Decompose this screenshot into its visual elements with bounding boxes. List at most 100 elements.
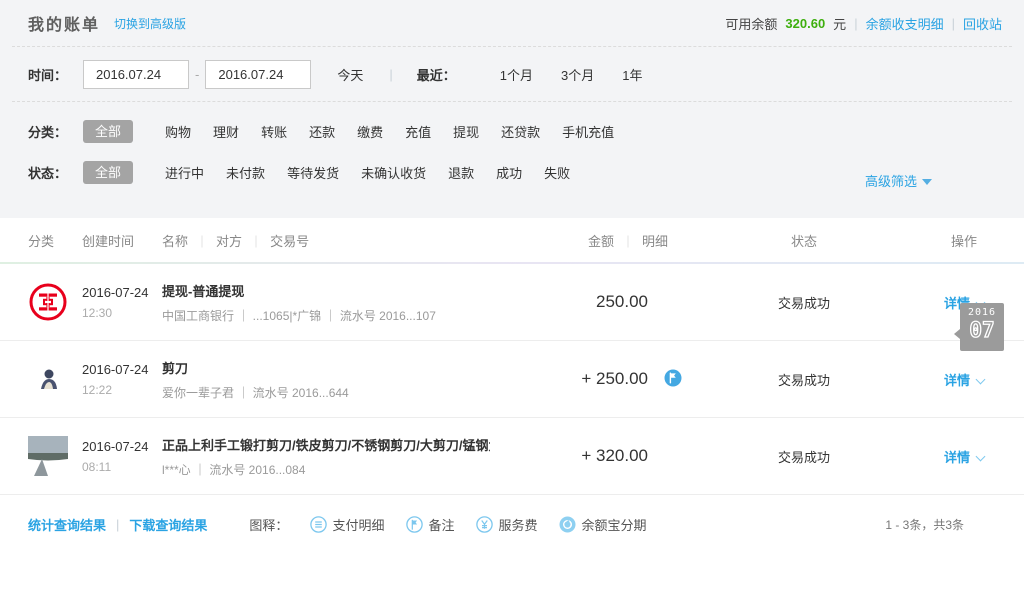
- yuebao-installment-icon: [559, 516, 576, 533]
- row-date: 2016-07-24: [82, 362, 162, 377]
- legend-text: 服务费: [498, 515, 537, 534]
- month-marker-badge: 2016 07: [960, 303, 1004, 351]
- detail-link[interactable]: 详情: [944, 450, 984, 465]
- category-topup[interactable]: 充值: [405, 122, 431, 141]
- balance-area: 可用余额 320.60 元 | 余额收支明细 | 回收站: [725, 14, 1002, 33]
- separator: ｜: [196, 235, 208, 249]
- icbc-bank-logo-icon: [28, 282, 82, 322]
- table-footer: 统计查询结果 | 下载查询结果 图释： 支付明细 备注: [0, 515, 1024, 534]
- detail-link[interactable]: 详情: [944, 373, 984, 388]
- header-divider: [0, 262, 1024, 264]
- category-shopping[interactable]: 购物: [165, 122, 191, 141]
- row-status: 交易成功: [704, 447, 904, 466]
- download-result-link[interactable]: 下载查询结果: [129, 515, 207, 534]
- header-detail: 明细: [642, 234, 668, 249]
- header-amount: 金额: [588, 234, 614, 249]
- row-amount: 250.00: [596, 292, 648, 311]
- row-amount: + 250.00: [581, 369, 648, 388]
- filter-panel: 我的账单 切换到高级版 可用余额 320.60 元 | 余额收支明细 | 回收站…: [0, 0, 1024, 218]
- status-label: 状态：: [28, 163, 67, 182]
- category-repayment[interactable]: 还款: [309, 122, 335, 141]
- header-amount-group: 金额 ｜ 明细: [498, 231, 704, 250]
- row-time: 12:30: [82, 306, 162, 320]
- category-filter-row: 分类： 全部 购物 理财 转账 还款 缴费 充值 提现 还贷款 手机充值: [0, 102, 1024, 143]
- row-subtext: 中国工商银行 ｜ ...1065|*广锦 ｜ 流水号 2016...107: [162, 307, 490, 324]
- legend-label: 图释：: [249, 515, 288, 534]
- category-transfer[interactable]: 转账: [261, 122, 287, 141]
- row-subtext: 爱你一辈子君 ｜ 流水号 2016...644: [162, 384, 490, 401]
- category-utility[interactable]: 缴费: [357, 122, 383, 141]
- status-all-button[interactable]: 全部: [83, 161, 133, 184]
- filters-body: 分类： 全部 购物 理财 转账 还款 缴费 充值 提现 还贷款 手机充值 状态：…: [0, 102, 1024, 218]
- header-transaction-no: 交易号: [270, 234, 309, 249]
- status-unconfirmed-receipt[interactable]: 未确认收货: [361, 163, 426, 182]
- row-time: 08:11: [82, 460, 162, 474]
- table-row: 2016-07-24 08:11 正品上利手工锻打剪刀/铁皮剪刀/不锈钢剪刀/大…: [0, 418, 1024, 495]
- badge-year: 2016: [960, 303, 1004, 318]
- status-unpaid[interactable]: 未付款: [226, 163, 265, 182]
- date-from-input[interactable]: [83, 60, 189, 89]
- category-mobile-topup[interactable]: 手机充值: [562, 122, 614, 141]
- legend-item: 服务费: [476, 515, 537, 534]
- category-wealth[interactable]: 理财: [213, 122, 239, 141]
- stats-result-link[interactable]: 统计查询结果: [28, 515, 106, 534]
- row-amount: + 320.00: [581, 446, 648, 465]
- category-withdraw[interactable]: 提现: [453, 122, 479, 141]
- chevron-down-icon: [922, 179, 932, 185]
- advanced-filter-label: 高级筛选: [865, 174, 917, 189]
- date-range-dash: -: [195, 67, 199, 82]
- status-awaiting-shipment[interactable]: 等待发货: [287, 163, 339, 182]
- chevron-down-icon: [976, 374, 986, 384]
- separator: ｜: [622, 235, 634, 249]
- seller-avatar: [28, 359, 82, 399]
- filter-1-month[interactable]: 1个月: [500, 65, 533, 84]
- filter-today[interactable]: 今天: [337, 65, 363, 84]
- separator: ｜: [250, 235, 262, 249]
- category-all-button[interactable]: 全部: [83, 120, 133, 143]
- advanced-filter-link[interactable]: 高级筛选: [865, 171, 932, 190]
- page-title: 我的账单: [28, 11, 100, 35]
- row-date: 2016-07-24: [82, 285, 162, 300]
- separator: |: [389, 67, 392, 82]
- row-name: 提现-普通提现: [162, 281, 490, 300]
- header-created-time: 创建时间: [82, 231, 162, 250]
- header-status: 状态: [704, 231, 904, 250]
- category-label: 分类：: [28, 122, 67, 141]
- header-category: 分类: [28, 231, 82, 250]
- bill-page: 我的账单 切换到高级版 可用余额 320.60 元 | 余额收支明细 | 回收站…: [0, 0, 1024, 591]
- filter-3-months[interactable]: 3个月: [561, 65, 594, 84]
- separator: |: [854, 16, 857, 31]
- service-fee-icon: [476, 516, 493, 533]
- status-refund[interactable]: 退款: [448, 163, 474, 182]
- status-in-progress[interactable]: 进行中: [165, 163, 204, 182]
- balance-label: 可用余额: [725, 14, 777, 33]
- category-loan-repay[interactable]: 还贷款: [501, 122, 540, 141]
- table-header: 分类 创建时间 名称｜对方｜交易号 金额｜明细 状态 操作: [0, 218, 1024, 262]
- pagination-info: 1 - 3条，共3条: [885, 516, 964, 533]
- date-to-input[interactable]: [205, 60, 311, 89]
- legend-text: 余额宝分期: [581, 515, 646, 534]
- badge-month: 07: [960, 320, 1004, 341]
- payment-detail-icon: [310, 516, 327, 533]
- legend-text: 备注: [428, 515, 454, 534]
- legend-item: 余额宝分期: [559, 515, 646, 534]
- filter-1-year[interactable]: 1年: [622, 65, 642, 84]
- balance-detail-link[interactable]: 余额收支明细: [866, 14, 944, 33]
- legend-text: 支付明细: [332, 515, 384, 534]
- switch-to-advanced-link[interactable]: 切换到高级版: [114, 15, 186, 32]
- header-name: 名称: [162, 234, 188, 249]
- note-flag-icon[interactable]: [664, 375, 682, 390]
- row-name: 正品上利手工锻打剪刀/铁皮剪刀/不锈钢剪刀/大剪刀/锰钢大锚: [162, 435, 490, 454]
- separator: |: [952, 16, 955, 31]
- note-flag-icon: [406, 516, 423, 533]
- topbar: 我的账单 切换到高级版 可用余额 320.60 元 | 余额收支明细 | 回收站: [0, 0, 1024, 46]
- recycle-bin-link[interactable]: 回收站: [963, 14, 1002, 33]
- status-failed[interactable]: 失败: [544, 163, 570, 182]
- status-success[interactable]: 成功: [496, 163, 522, 182]
- row-subtext: l***心 ｜ 流水号 2016...084: [162, 461, 490, 478]
- header-action: 操作: [904, 231, 1024, 250]
- legend-item: 备注: [406, 515, 454, 534]
- time-filter-row: 时间： - 今天 | 最近： 1个月 3个月 1年: [0, 47, 1024, 101]
- balance-value: 320.60: [785, 16, 825, 31]
- legend-item: 支付明细: [310, 515, 384, 534]
